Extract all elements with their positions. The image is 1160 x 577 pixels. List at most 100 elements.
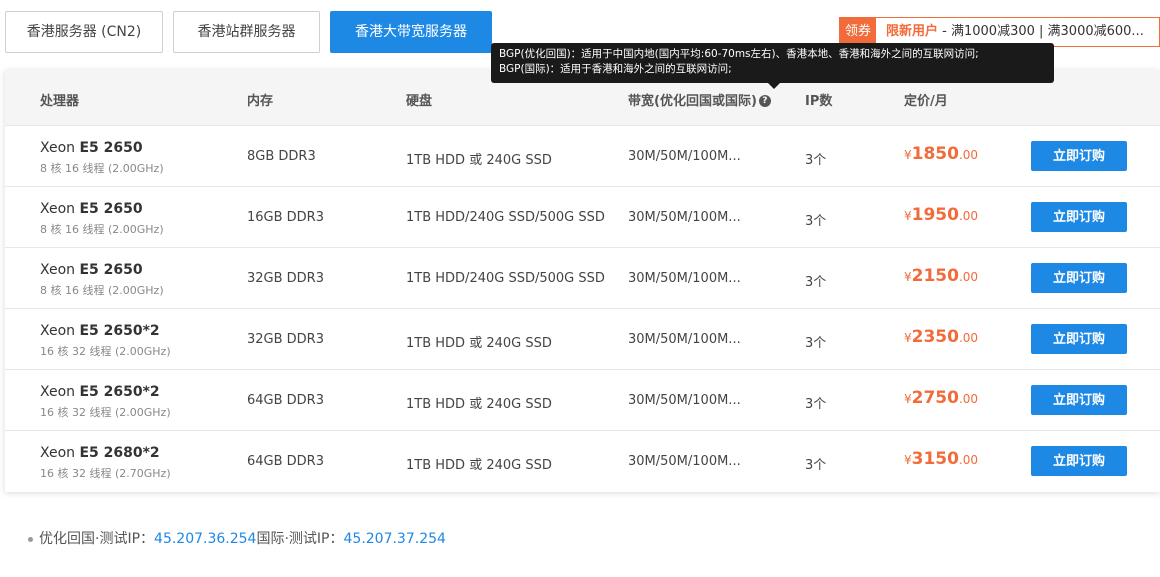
bullet-dot-icon: [28, 536, 33, 542]
ip-count: 3个: [805, 275, 827, 290]
disk: 1TB HDD 或 240G SSD: [406, 153, 552, 168]
header-memory: 内存: [247, 94, 274, 109]
price-decimal: .00: [958, 148, 979, 162]
price-currency: ¥: [904, 270, 912, 284]
question-circle-icon[interactable]: ?: [758, 94, 771, 107]
tab-hk-big-bandwidth[interactable]: 香港大带宽服务器: [330, 11, 492, 53]
price-decimal: .00: [958, 209, 979, 223]
order-button[interactable]: 立即订购: [1031, 202, 1127, 232]
cpu-prefix: Xeon: [40, 201, 80, 217]
promo-highlight: 限新用户: [886, 24, 939, 39]
order-button[interactable]: 立即订购: [1031, 324, 1127, 354]
table-row: Xeon E5 2680*2 16 核 32 线程 (2.70GHz) 64GB…: [5, 430, 1160, 491]
test-ip-optimized[interactable]: 45.207.36.254: [154, 531, 256, 547]
tooltip-arrow: [768, 83, 780, 89]
cpu-model: E5 2680*2: [79, 445, 160, 461]
tab-bar: 香港服务器 (CN2) 香港站群服务器 香港大带宽服务器: [5, 11, 492, 53]
price-currency: ¥: [904, 453, 912, 467]
header-price: 定价/月: [904, 94, 948, 109]
cpu-model: E5 2650*2: [79, 323, 160, 339]
price-decimal: .00: [958, 270, 979, 284]
cpu-prefix: Xeon: [40, 262, 80, 278]
bandwidth: 30M/50M/100M...: [628, 393, 741, 408]
order-button[interactable]: 立即订购: [1031, 263, 1127, 293]
header-disk: 硬盘: [406, 94, 433, 109]
disk: 1TB HDD/240G SSD/500G SSD: [406, 210, 605, 225]
price: ¥2150.00: [904, 266, 978, 286]
ip-count: 3个: [805, 153, 827, 168]
coupon-tag[interactable]: 领券: [840, 18, 877, 46]
cpu-name: Xeon E5 2650: [40, 201, 143, 217]
cpu-name: Xeon E5 2650*2: [40, 323, 160, 339]
ip-count: 3个: [805, 214, 827, 229]
cpu-model: E5 2650: [79, 262, 143, 278]
cpu-cores: 16 核 32 线程 (2.70GHz): [40, 467, 171, 480]
test-ip-label-international: 国际·测试IP：: [256, 531, 344, 547]
cpu-cores: 8 核 16 线程 (2.00GHz): [40, 223, 164, 236]
promo-text: 限新用户 - 满1000减300 | 满3000减600...: [876, 18, 1144, 46]
header-bandwidth-label: 带宽(优化回国或国际): [628, 94, 757, 109]
promo-detail: - 满1000减300 | 满3000减600...: [938, 24, 1144, 39]
cpu-model: E5 2650: [79, 201, 143, 217]
memory: 8GB DDR3: [247, 149, 316, 164]
cpu-prefix: Xeon: [40, 445, 80, 461]
price-currency: ¥: [904, 331, 912, 345]
cpu-name: Xeon E5 2650: [40, 140, 143, 156]
header-cpu: 处理器: [40, 94, 80, 109]
price: ¥2350.00: [904, 327, 978, 347]
server-table: 处理器 内存 硬盘 带宽(优化回国或国际)? IP数 定价/月 Xeon E5 …: [5, 70, 1160, 492]
order-button[interactable]: 立即订购: [1031, 385, 1127, 415]
header-ip: IP数: [805, 94, 833, 109]
price-decimal: .00: [958, 392, 979, 406]
price-integer: 1950: [911, 205, 959, 225]
disk: 1TB HDD 或 240G SSD: [406, 458, 552, 473]
test-ip-label-optimized: 优化回国·测试IP：: [39, 531, 155, 547]
tooltip-line-1: BGP(优化回国)：适用于中国内地(国内平均:60-70ms左右)、香港本地、香…: [499, 48, 979, 60]
tooltip-line-2: BGP(国际)：适用于香港和海外之间的互联网访问;: [499, 63, 732, 75]
price: ¥1850.00: [904, 144, 978, 164]
header-bandwidth: 带宽(优化回国或国际)?: [628, 90, 771, 109]
memory: 16GB DDR3: [247, 210, 324, 225]
memory: 64GB DDR3: [247, 454, 324, 469]
price-currency: ¥: [904, 392, 912, 406]
price-integer: 2150: [911, 266, 959, 286]
table-row: Xeon E5 2650 8 核 16 线程 (2.00GHz) 16GB DD…: [5, 186, 1160, 247]
table-row: Xeon E5 2650*2 16 核 32 线程 (2.00GHz) 32GB…: [5, 308, 1160, 369]
price: ¥2750.00: [904, 388, 978, 408]
cpu-model: E5 2650*2: [79, 384, 160, 400]
price-integer: 2750: [911, 388, 959, 408]
table-row: Xeon E5 2650*2 16 核 32 线程 (2.00GHz) 64GB…: [5, 369, 1160, 430]
bandwidth: 30M/50M/100M...: [628, 210, 741, 225]
disk: 1TB HDD/240G SSD/500G SSD: [406, 271, 605, 286]
memory: 32GB DDR3: [247, 332, 324, 347]
test-ip-international[interactable]: 45.207.37.254: [344, 531, 446, 547]
order-button[interactable]: 立即订购: [1031, 141, 1127, 171]
cpu-name: Xeon E5 2650*2: [40, 384, 160, 400]
cpu-cores: 8 核 16 线程 (2.00GHz): [40, 162, 164, 175]
test-ip-line: 优化回国·测试IP：45.207.36.254国际·测试IP：45.207.37…: [28, 528, 446, 548]
disk: 1TB HDD 或 240G SSD: [406, 336, 552, 351]
price-integer: 2350: [911, 327, 959, 347]
cpu-cores: 8 核 16 线程 (2.00GHz): [40, 284, 164, 297]
cpu-name: Xeon E5 2650: [40, 262, 143, 278]
bandwidth-tooltip: BGP(优化回国)：适用于中国内地(国内平均:60-70ms左右)、香港本地、香…: [491, 43, 1054, 83]
bandwidth: 30M/50M/100M...: [628, 271, 741, 286]
price: ¥3150.00: [904, 449, 978, 469]
bandwidth: 30M/50M/100M...: [628, 149, 741, 164]
cpu-name: Xeon E5 2680*2: [40, 445, 160, 461]
tab-hk-cn2[interactable]: 香港服务器 (CN2): [5, 11, 163, 53]
cpu-model: E5 2650: [79, 140, 143, 156]
ip-count: 3个: [805, 336, 827, 351]
cpu-cores: 16 核 32 线程 (2.00GHz): [40, 406, 171, 419]
page: 香港服务器 (CN2) 香港站群服务器 香港大带宽服务器 领券 限新用户 - 满…: [0, 0, 1160, 577]
memory: 32GB DDR3: [247, 271, 324, 286]
tab-hk-site-group[interactable]: 香港站群服务器: [173, 11, 320, 53]
price-currency: ¥: [904, 148, 912, 162]
price-integer: 1850: [911, 144, 959, 164]
cpu-cores: 16 核 32 线程 (2.00GHz): [40, 345, 171, 358]
ip-count: 3个: [805, 458, 827, 473]
table-row: Xeon E5 2650 8 核 16 线程 (2.00GHz) 8GB DDR…: [5, 125, 1160, 186]
order-button[interactable]: 立即订购: [1031, 446, 1127, 476]
price-currency: ¥: [904, 209, 912, 223]
cpu-prefix: Xeon: [40, 323, 80, 339]
